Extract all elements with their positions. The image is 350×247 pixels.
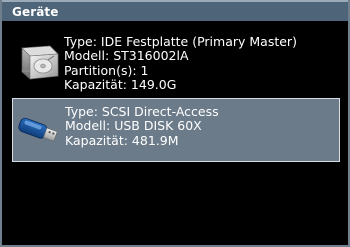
device-capacity: Kapazität: 149.0G — [64, 76, 177, 92]
device-item-usb-disk[interactable]: Type: SCSI Direct-Access Modell: USB DIS… — [12, 98, 340, 162]
device-capacity: Kapazität: 481.9M — [65, 132, 179, 148]
device-model: Modell: ST316002lA — [64, 48, 189, 64]
device-partitions: Partition(s): 1 — [64, 62, 149, 78]
device-model: Modell: USB DISK 60X — [65, 118, 202, 134]
devices-window: Geräte Type: IDE Festplatte (Primary Mas… — [0, 0, 350, 247]
device-type: Type: IDE Festplatte (Primary Master) — [64, 34, 297, 49]
device-details: Type: SCSI Direct-Access Modell: USB DIS… — [65, 104, 219, 148]
device-list: Type: IDE Festplatte (Primary Master) Mo… — [12, 32, 340, 162]
window-title: Geräte — [12, 4, 59, 19]
hard-disk-icon — [18, 42, 62, 86]
device-item-ide-disk[interactable]: Type: IDE Festplatte (Primary Master) Mo… — [12, 32, 340, 96]
title-bar: Geräte — [2, 0, 348, 21]
usb-stick-icon — [15, 107, 61, 151]
device-details: Type: IDE Festplatte (Primary Master) Mo… — [64, 34, 297, 92]
device-type: Type: SCSI Direct-Access — [65, 104, 219, 119]
